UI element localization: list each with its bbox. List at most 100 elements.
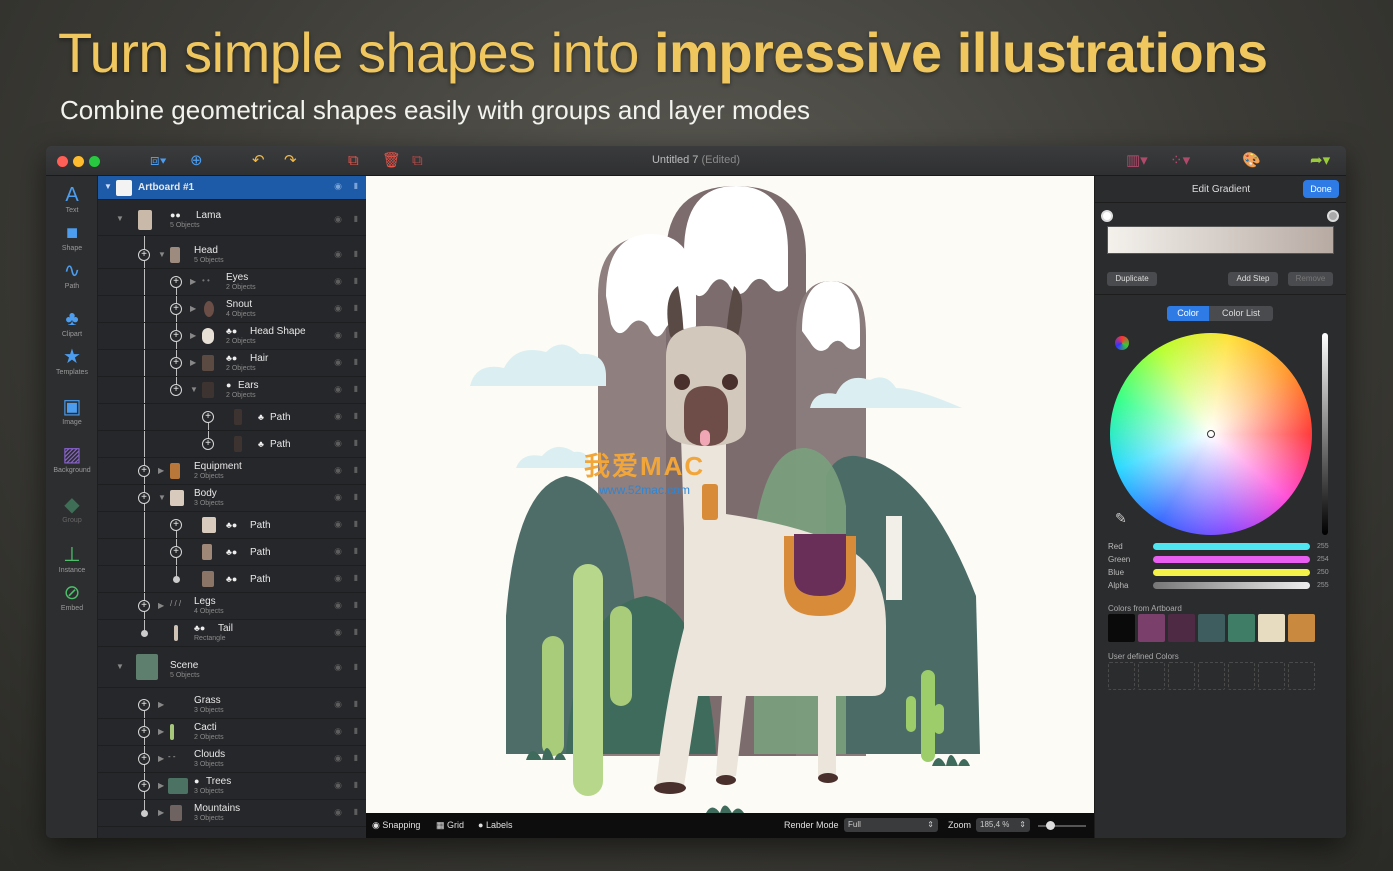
add-circle-icon[interactable]: + (138, 465, 150, 477)
layer-row[interactable]: + ♣● Path ◉ ▮ (98, 539, 366, 566)
add-circle-icon[interactable]: + (170, 303, 182, 315)
add-circle-icon[interactable]: + (170, 330, 182, 342)
add-circle-icon[interactable]: + (138, 699, 150, 711)
disclosure-triangle-icon[interactable]: ▼ (116, 662, 124, 671)
layer-row[interactable]: + ▶ Equipment 2 Objects ◉ ▮ (98, 458, 366, 485)
layer-row[interactable]: + ▶ Grass 3 Objects ◉ ▮ (98, 692, 366, 719)
eye-icon[interactable]: ◉ (334, 780, 342, 791)
lock-icon[interactable]: ▮ (354, 662, 358, 671)
disclosure-triangle-icon[interactable]: ▶ (158, 700, 164, 709)
eye-icon[interactable]: ◉ (334, 662, 342, 673)
add-circle-icon[interactable]: + (138, 249, 150, 261)
distribute-icon[interactable]: ⁘▾ (1170, 152, 1190, 170)
add-circle-icon[interactable]: + (202, 411, 214, 423)
eye-icon[interactable]: ◉ (334, 492, 342, 503)
layer-row[interactable]: + ▶ ♣● Hair 2 Objects ◉ ▮ (98, 350, 366, 377)
disclosure-triangle-icon[interactable]: ▼ (190, 385, 198, 394)
render-mode-select[interactable]: Full ⇕ (844, 818, 938, 832)
lock-icon[interactable]: ▮ (354, 276, 358, 285)
tab-color[interactable]: Color (1167, 306, 1209, 321)
lock-icon[interactable]: ▮ (354, 753, 358, 762)
layer-row[interactable]: + ▶ - - Clouds 3 Objects ◉ ▮ (98, 746, 366, 773)
layer-row[interactable]: + ▶ Snout 4 Objects ◉ ▮ (98, 296, 366, 323)
disclosure-triangle-icon[interactable]: ▶ (190, 331, 196, 340)
add-circle-icon[interactable]: + (170, 276, 182, 288)
disclosure-triangle-icon[interactable]: ▼ (116, 214, 124, 223)
llama-illustration[interactable] (366, 176, 1094, 813)
lock-icon[interactable]: ▮ (354, 249, 358, 258)
canvas[interactable]: 我爱MAC www.52mac.com (366, 176, 1094, 813)
disclosure-triangle-icon[interactable]: ▼ (158, 493, 166, 502)
lock-icon[interactable]: ▮ (354, 699, 358, 708)
empty-color-slot[interactable] (1228, 662, 1255, 690)
layer-row[interactable]: + ▶ Cacti 2 Objects ◉ ▮ (98, 719, 366, 746)
layer-row[interactable]: ▶ Mountains 3 Objects ◉ ▮ (98, 800, 366, 827)
eyedropper-icon[interactable]: ✎ (1115, 510, 1127, 527)
add-circle-icon[interactable]: + (170, 384, 182, 396)
tool-embed[interactable]: ⊘ Embed (46, 582, 98, 612)
slider-alpha[interactable] (1153, 582, 1310, 589)
color-swatch[interactable] (1138, 614, 1165, 642)
remove-button[interactable]: Remove (1288, 272, 1333, 286)
eye-icon[interactable]: ◉ (334, 249, 342, 260)
lock-icon[interactable]: ▮ (354, 438, 358, 447)
layer-row[interactable]: ▼ Scene 5 Objects ◉ ▮ (98, 648, 366, 688)
empty-color-slot[interactable] (1258, 662, 1285, 690)
lock-icon[interactable]: ▮ (354, 465, 358, 474)
tool-text[interactable]: A Text (46, 184, 98, 214)
eye-icon[interactable]: ◉ (334, 465, 342, 476)
slider-red[interactable] (1153, 543, 1310, 550)
snapping-toggle[interactable]: ◉ Snapping (372, 820, 420, 831)
lock-icon[interactable]: ▮ (354, 807, 358, 816)
slider-blue[interactable] (1153, 569, 1310, 576)
tool-templates[interactable]: ★ Templates (46, 346, 98, 376)
eye-icon[interactable]: ◉ (334, 699, 342, 710)
disclosure-triangle-icon[interactable]: ▶ (158, 466, 164, 475)
lock-icon[interactable]: ▮ (354, 384, 358, 393)
layer-row[interactable]: ♣● Path ◉ ▮ (98, 566, 366, 593)
gradient-stop-end[interactable] (1327, 210, 1339, 222)
color-swatch[interactable] (1288, 614, 1315, 642)
lock-icon[interactable]: ▮ (354, 519, 358, 528)
eye-icon[interactable]: ◉ (334, 276, 342, 287)
color-wheel[interactable] (1110, 333, 1312, 535)
layer-row-artboard[interactable]: ▼ Artboard #1 ◉ ▮ (98, 176, 366, 200)
eye-icon[interactable]: ◉ (334, 214, 342, 225)
empty-color-slot[interactable] (1288, 662, 1315, 690)
eye-icon[interactable]: ◉ (334, 411, 342, 422)
eye-icon[interactable]: ◉ (334, 627, 342, 638)
eye-icon[interactable]: ◉ (334, 573, 342, 584)
zoom-field[interactable]: 185,4 % ⇕ (976, 818, 1030, 832)
lock-icon[interactable]: ▮ (354, 726, 358, 735)
layer-row[interactable]: + ▶ • • Eyes 2 Objects ◉ ▮ (98, 269, 366, 296)
eye-icon[interactable]: ◉ (334, 330, 342, 341)
tool-shape[interactable]: ■ Shape (46, 222, 98, 252)
disclosure-triangle-icon[interactable]: ▶ (158, 754, 164, 763)
brightness-slider[interactable] (1322, 333, 1328, 535)
add-circle-icon[interactable]: + (138, 492, 150, 504)
layer-row[interactable]: ▼ Lama ●● 5 Objects ◉ ▮ (98, 202, 366, 236)
tool-clipart[interactable]: ♣ Clipart (46, 308, 98, 338)
labels-toggle[interactable]: ● Labels (478, 820, 512, 830)
share-icon[interactable]: ➦▾ (1310, 152, 1330, 170)
eye-icon[interactable]: ◉ (334, 438, 342, 449)
add-step-button[interactable]: Add Step (1228, 272, 1278, 286)
slider-green[interactable] (1153, 556, 1310, 563)
lock-icon[interactable]: ▮ (354, 214, 358, 223)
lock-icon[interactable]: ▮ (354, 600, 358, 609)
color-picker-icon[interactable] (1115, 336, 1129, 350)
lock-icon[interactable]: ▮ (354, 330, 358, 339)
eye-icon[interactable]: ◉ (334, 181, 342, 192)
tool-image[interactable]: ▣ Image (46, 396, 98, 426)
color-swatch[interactable] (1108, 614, 1135, 642)
layer-row[interactable]: + ▼ Head 5 Objects ◉ ▮ (98, 242, 366, 269)
layer-row[interactable]: + ♣ Path ◉ ▮ (98, 431, 366, 458)
eye-icon[interactable]: ◉ (334, 546, 342, 557)
zoom-slider-knob[interactable] (1046, 821, 1055, 830)
eye-icon[interactable]: ◉ (334, 384, 342, 395)
disclosure-triangle-icon[interactable]: ▶ (190, 277, 196, 286)
add-circle-icon[interactable]: + (138, 726, 150, 738)
eye-icon[interactable]: ◉ (334, 357, 342, 368)
tool-instance[interactable]: ⊥ Instance (46, 544, 98, 574)
eye-icon[interactable]: ◉ (334, 753, 342, 764)
